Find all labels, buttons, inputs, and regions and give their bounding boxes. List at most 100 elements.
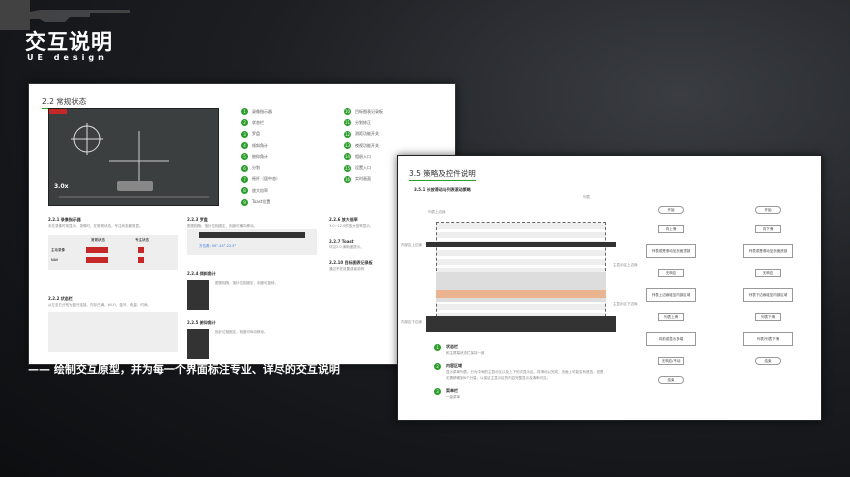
flow-node: 无响应	[755, 269, 781, 277]
legend-item: 10 目标图表记录板	[344, 106, 383, 117]
legend-item: 14 相册入口	[344, 151, 383, 162]
legend-number: 15	[344, 164, 351, 172]
legend-number: 12	[344, 130, 351, 138]
flow-node: 向上滑	[658, 225, 684, 233]
section-2-2-1: 2.2.1 录像指示器 未在录像时常显示，录像时，在常规状态、专注状态都常显。 …	[48, 217, 178, 270]
note-number: 3	[434, 388, 441, 395]
legend-number: 1	[241, 108, 248, 116]
diagram-label: 主显示区上边缘	[613, 263, 638, 267]
section-heading: 2.2.4 倾斜角计	[187, 271, 216, 276]
legend-item: 5 俯仰角计	[241, 151, 280, 162]
flow-node: 列表/列表下滑	[743, 332, 793, 346]
legend-label: 夜视功能开关	[355, 142, 379, 148]
legend-item: 8 放大倍率	[241, 185, 280, 196]
legend-item: 6 分划	[241, 162, 280, 173]
legend-item: 4 倾斜角计	[241, 140, 280, 151]
legend-label: 目标图表记录板	[355, 108, 383, 114]
legend-label: 俯仰角计	[252, 153, 268, 159]
legend-label: Toast位置	[252, 199, 271, 205]
notes-list: 1 状态栏 和主屏幕状态栏保持一致 2 内容区域 显示菜单列表，分为中间的主显示区以及上下…	[434, 344, 614, 407]
legend-number: 10	[344, 108, 351, 116]
note-item: 3 菜单栏 一级菜单	[434, 388, 614, 400]
legend-item: 7 摇杆（居中态）	[241, 174, 280, 185]
flow-node: 结束	[658, 376, 684, 384]
section-2-2-3: 2.2.3 罗盘 图视相随，指针位相固定，刻度可横向移动。 方位角: 90°-4…	[187, 217, 317, 255]
note-text: 显示菜单列表，分为中间的主显示区以及上下的次显示区。将滑动以完成，页面上可能会有…	[446, 370, 604, 380]
section-text: 3.0~12.0的放大倍率显示。	[329, 224, 374, 228]
legend-number: 13	[344, 142, 351, 150]
legend-number: 2	[241, 119, 248, 127]
legend-item: 15 设置入口	[344, 162, 383, 173]
flow-node: 开始	[755, 206, 781, 214]
flowchart-down: 开始 向下滑 列表或是滚动至页面底部 无响应 列表下边缘碰至内部区域 列表下滑 列表/列表下…	[738, 206, 798, 376]
flow-node: 列表上滑	[658, 313, 684, 321]
state-table: 常规状态 专注状态 主动录像 NAV	[48, 235, 178, 270]
legend-col-1: 1 录像指示器 2 状态栏 3 罗盘 4 倾斜角计 5 俯仰角计 6 分划 7 摇杆（居中态） 8 放大倍率 9…	[241, 106, 280, 208]
legend-label: 实时画面	[355, 176, 371, 182]
game-screenshot: 3.0x	[48, 108, 219, 206]
diagram-label: 列表	[583, 195, 590, 199]
legend-item: 11 分划修正	[344, 117, 383, 128]
slide-caption: —— 绘制交互原型，并为每一个界面标注专业、详尽的交互说明	[28, 363, 340, 376]
flow-node: 列表或是滚动至页面底部	[743, 244, 793, 258]
legend-item: 16 实时画面	[344, 174, 383, 185]
section-2-2-2: 2.2.2 状态栏 从左至右分别为蓝牙连接、内存已满、Wi-Fi、蓝牙、电量、时…	[48, 296, 178, 352]
list-diagram	[426, 222, 616, 332]
table-row-label: NAV	[51, 258, 59, 262]
note-item: 1 状态栏 和主屏幕状态栏保持一致	[434, 344, 614, 356]
flow-node: 无响应	[658, 269, 684, 277]
sections-right: 2.2.6 放大倍率 3.0~12.0的放大倍率显示。 2.2.7 Toast …	[329, 217, 399, 272]
flow-node: 开始	[658, 206, 684, 214]
section-text: 未在录像时常显示，录像时，在常规状态、专注状态都常显。	[48, 224, 143, 228]
legend-item: 13 夜视功能开关	[344, 140, 383, 151]
doc-page-regular-state: 2.2 常规状态 3.0x 1 录像指示器 2 状态栏 3 罗盘 4 倾斜角计 5 俯仰角计 6 分划…	[28, 83, 456, 365]
slide-title: 交互说明	[25, 30, 113, 54]
legend-label: 相册入口	[355, 153, 371, 159]
legend-item: 9 Toast位置	[241, 196, 280, 207]
legend-label: 测距功能开关	[355, 131, 379, 137]
section-heading: 2.2.5 俯仰角计	[187, 320, 216, 325]
note-text: 和主屏幕状态栏保持一致	[446, 351, 485, 355]
flowchart-up: 开始 向上滑 列表或是滚动至页面顶部 无响应 列表上边缘碰至内部区域 列表上滑 向前或显示多…	[641, 206, 701, 395]
legend-item: 2 状态栏	[241, 117, 280, 128]
legend-number: 11	[344, 119, 351, 127]
zoom-readout: 3.0x	[54, 183, 69, 190]
slide-subtitle: UE design	[27, 53, 108, 62]
section-text: 详见2.0 清晰度提示。	[329, 245, 364, 249]
diagram-label: 列表上边缘	[428, 210, 446, 214]
section-2-2-4: 2.2.4 倾斜角计 图视相随，指针位相固定，刻度可旋转。	[187, 271, 317, 310]
legend-item: 1 录像指示器	[241, 106, 280, 117]
legend-label: 罗盘	[252, 131, 260, 137]
note-text: 一级菜单	[446, 395, 460, 399]
legend-item: 12 测距功能开关	[344, 129, 383, 140]
section-text: 图视相随，指针位相固定，刻度可旋转。	[215, 281, 278, 285]
crosshair-icon	[59, 123, 209, 198]
section-text: 指针位相固定，刻度可纵向移动。	[215, 330, 268, 334]
flow-node: 向下滑	[755, 225, 781, 233]
page-subtitle: 3.5.1 长按滑动与列表滚动策略	[414, 187, 471, 192]
legend-label: 录像指示器	[252, 108, 272, 114]
note-number: 2	[434, 363, 441, 370]
legend-label: 状态栏	[252, 119, 264, 125]
legend-number: 9	[241, 198, 248, 206]
compass-readout: 方位角: 90°-45°-22.5°	[199, 244, 237, 248]
legend-number: 4	[241, 142, 248, 150]
legend-number: 3	[241, 130, 248, 138]
legend-number: 7	[241, 175, 248, 183]
flow-node: 列表下边缘碰至内部区域	[743, 288, 793, 302]
legend-number: 14	[344, 153, 351, 161]
flow-node: 列表或是滚动至页面顶部	[646, 244, 696, 258]
legend-label: 分划修正	[355, 119, 371, 125]
legend-number: 16	[344, 175, 351, 183]
section-2-2-5: 2.2.5 俯仰角计 指针位相固定，刻度可纵向移动。	[187, 320, 317, 359]
diagram-label: 内部区下边缘	[401, 320, 422, 324]
legend-label: 设置入口	[355, 165, 371, 171]
legend-col-2: 10 目标图表记录板 11 分划修正 12 测距功能开关 13 夜视功能开关 14 相册入口 15 设…	[344, 106, 383, 185]
legend-item: 3 罗盘	[241, 129, 280, 140]
legend-number: 6	[241, 164, 248, 172]
diagram-label: 内部区上边缘	[401, 243, 422, 247]
legend-label: 倾斜角计	[252, 142, 268, 148]
legend-number: 5	[241, 153, 248, 161]
table-header: 常规状态	[91, 238, 105, 242]
section-text: 通过不在设置或者说明	[329, 267, 364, 271]
